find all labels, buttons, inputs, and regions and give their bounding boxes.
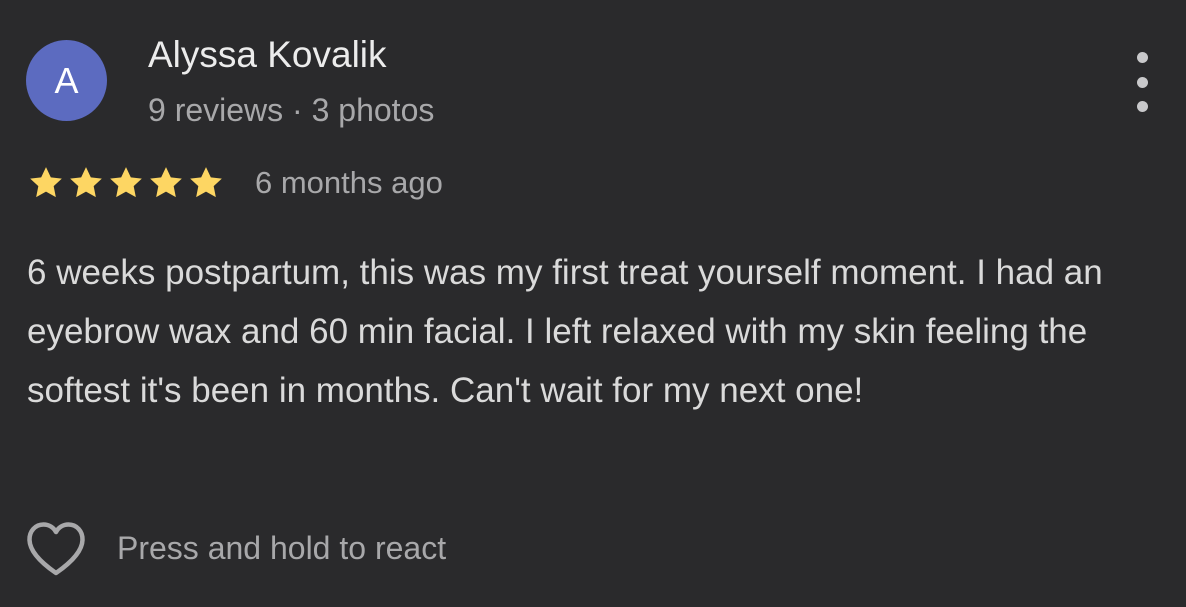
- avatar-letter: A: [54, 59, 79, 101]
- star-icon: [30, 167, 62, 198]
- review-text: 6 weeks postpartum, this was my first tr…: [27, 253, 1103, 410]
- heart-outline-icon[interactable]: [24, 520, 88, 578]
- more-options-button[interactable]: [1118, 52, 1166, 112]
- star-rating: [26, 163, 226, 203]
- review-card: A Alyssa Kovalik 9 reviews · 3 photos 6 …: [0, 0, 1186, 607]
- star-icon: [110, 167, 142, 198]
- reviewer-meta: 9 reviews · 3 photos: [148, 92, 435, 128]
- star-icon: [150, 167, 182, 198]
- more-vertical-icon-dot-3: [1136, 101, 1148, 112]
- reviewer-name[interactable]: Alyssa Kovalik: [148, 34, 387, 76]
- more-vertical-icon-dot-2: [1136, 76, 1148, 88]
- react-button[interactable]: [24, 520, 88, 578]
- review-time: 6 months ago: [255, 165, 443, 200]
- more-vertical-icon-dot-1: [1136, 52, 1148, 63]
- avatar[interactable]: A: [26, 40, 107, 121]
- star-icon: [70, 167, 102, 198]
- star-icon: [190, 167, 222, 198]
- react-label: Press and hold to react: [117, 530, 447, 566]
